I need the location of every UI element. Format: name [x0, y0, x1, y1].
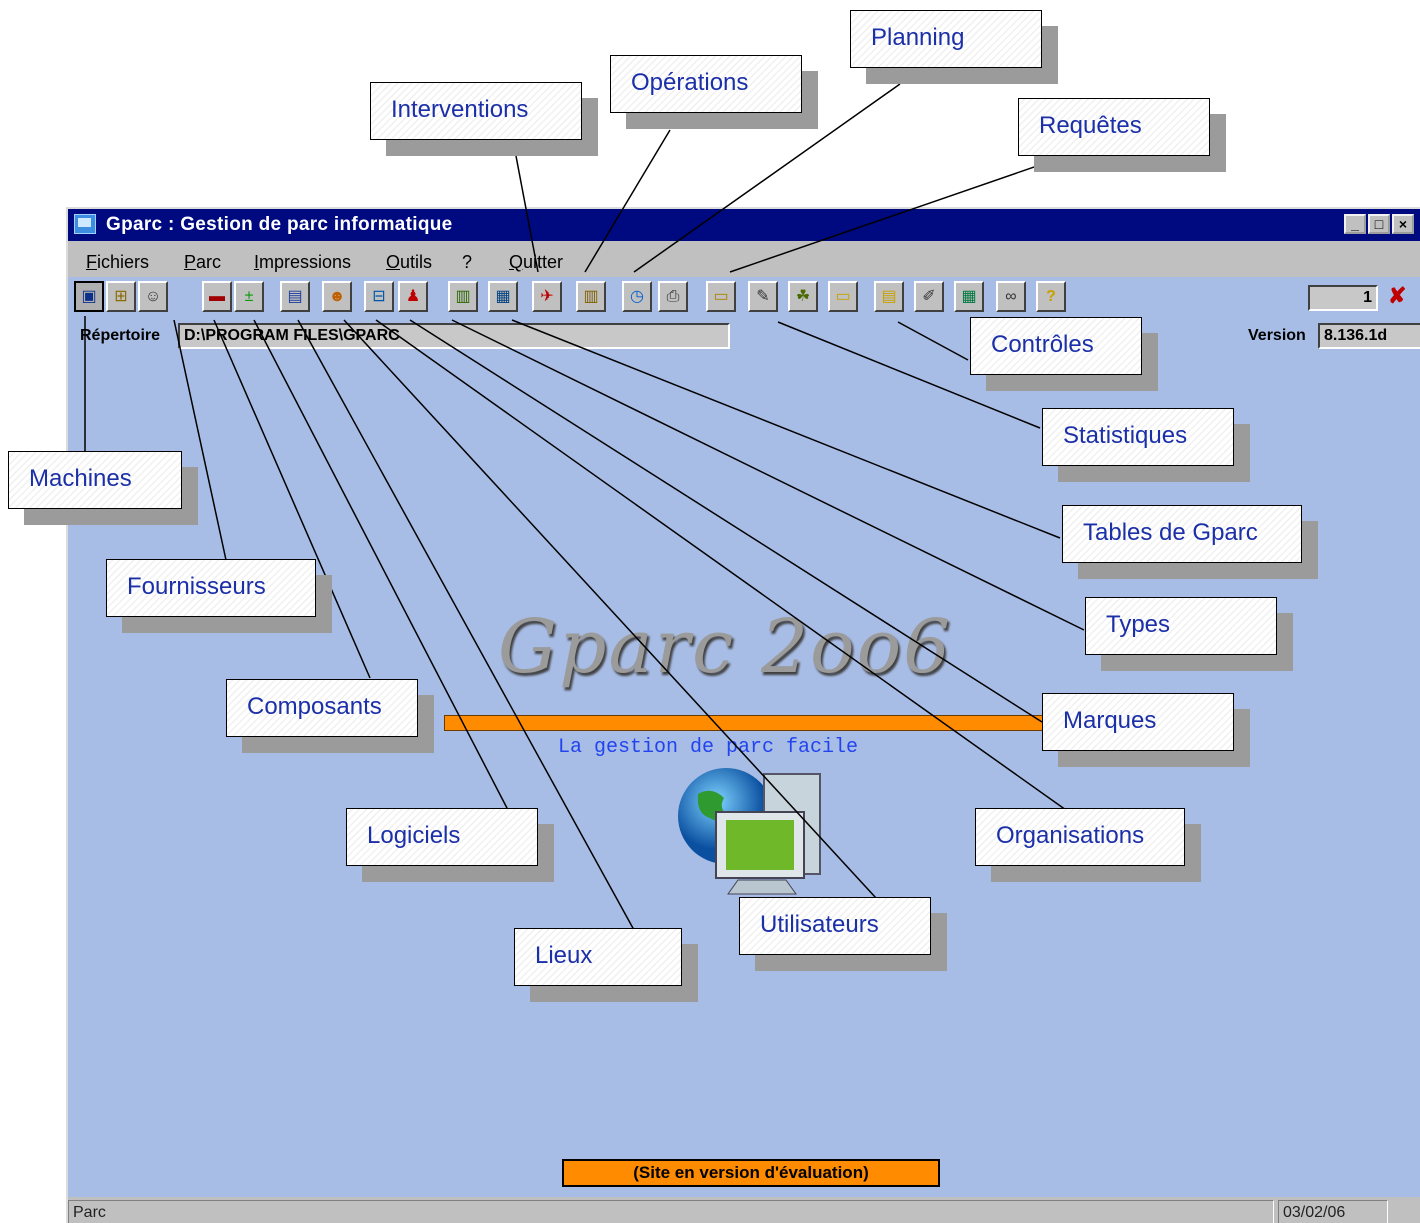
callout-interventions: Interventions: [370, 82, 582, 140]
callout-tables: Tables de Gparc: [1062, 505, 1302, 563]
callout-fournisseurs: Fournisseurs: [106, 559, 316, 617]
callout-operations: Opérations: [610, 55, 802, 113]
callout-statistiques: Statistiques: [1042, 408, 1234, 466]
callout-marques: Marques: [1042, 693, 1234, 751]
callout-organisations: Organisations: [975, 808, 1185, 866]
callout-utilisateurs: Utilisateurs: [739, 897, 931, 955]
callout-composants: Composants: [226, 679, 418, 737]
callout-controles: Contrôles: [970, 317, 1142, 375]
callout-lieux: Lieux: [514, 928, 682, 986]
callout-logiciels: Logiciels: [346, 808, 538, 866]
callout-machines: Machines: [8, 451, 182, 509]
callout-requetes: Requêtes: [1018, 98, 1210, 156]
callout-planning: Planning: [850, 10, 1042, 68]
callout-types: Types: [1085, 597, 1277, 655]
